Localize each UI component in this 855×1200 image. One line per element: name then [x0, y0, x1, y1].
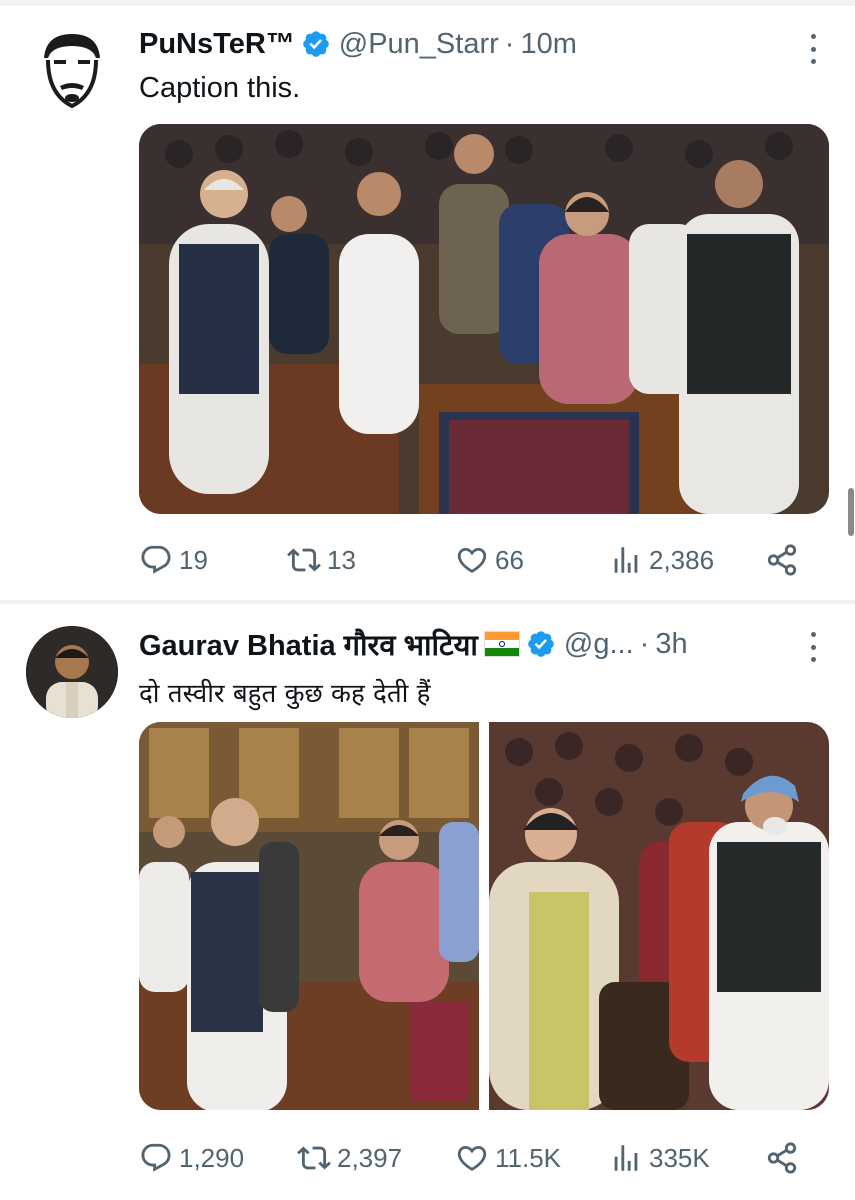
share-icon	[767, 544, 797, 576]
avatar[interactable]	[26, 24, 118, 116]
views-button[interactable]: 2,386	[609, 540, 714, 580]
repost-count: 2,397	[337, 1142, 403, 1173]
timestamp[interactable]: 3h	[655, 628, 687, 661]
tweet-text: दो तस्वीर बहुत कुछ कह देती हैं	[139, 679, 431, 709]
tweet-photo-grid	[139, 722, 829, 1110]
user-handle[interactable]: @Pun_Starr	[339, 28, 499, 61]
more-options-icon[interactable]	[809, 632, 817, 662]
tweet-photo-left[interactable]	[139, 722, 479, 1110]
cartoon-face-avatar-image	[26, 24, 118, 116]
repost-icon	[287, 548, 321, 572]
share-button[interactable]	[765, 540, 805, 580]
tweet-card[interactable]: PuNsTeR™ @Pun_Starr · 10m Caption this.	[0, 6, 855, 602]
repost-icon	[297, 1146, 331, 1170]
share-button[interactable]	[765, 1138, 805, 1178]
tweet-actions: 19 13 66 2,386	[139, 540, 803, 580]
like-count: 66	[495, 544, 524, 575]
scrollbar-thumb[interactable]	[848, 488, 854, 536]
parliament-greeting-photo	[139, 124, 829, 514]
parliament-walk-photo	[139, 722, 479, 1110]
like-count: 11.5K	[495, 1142, 562, 1173]
reply-button[interactable]: 19	[139, 540, 208, 580]
india-flag-icon	[483, 631, 520, 657]
tweet-photo-right[interactable]	[489, 722, 829, 1110]
tweet-header: PuNsTeR™ @Pun_Starr · 10m	[139, 24, 785, 64]
display-name[interactable]: Gaurav Bhatia गौरव भाटिया	[139, 625, 478, 664]
tweet-photo[interactable]	[139, 124, 829, 514]
views-icon	[614, 547, 638, 573]
separator-dot: ·	[639, 627, 650, 660]
greeting-photo	[489, 722, 829, 1110]
reply-icon	[141, 1143, 171, 1172]
profile-photo-avatar-image	[26, 626, 118, 718]
tweet-card[interactable]: Gaurav Bhatia गौरव भाटिया @g... · 3h दो …	[0, 604, 855, 1200]
tweet-header: Gaurav Bhatia गौरव भाटिया @g... · 3h	[139, 624, 785, 664]
tweet-text: Caption this.	[139, 72, 301, 104]
like-button[interactable]: 66	[455, 540, 524, 580]
user-handle[interactable]: @g...	[564, 628, 634, 661]
like-icon	[457, 547, 487, 573]
repost-button[interactable]: 2,397	[297, 1138, 402, 1178]
views-button[interactable]: 335K	[609, 1138, 710, 1178]
reply-count: 1,290	[179, 1142, 245, 1173]
timestamp[interactable]: 10m	[520, 28, 576, 61]
separator-dot: ·	[504, 27, 515, 60]
like-button[interactable]: 11.5K	[455, 1138, 561, 1178]
views-count: 335K	[649, 1142, 710, 1173]
avatar[interactable]	[26, 626, 118, 718]
verified-badge-icon	[528, 631, 554, 657]
like-icon	[457, 1145, 487, 1171]
display-name[interactable]: PuNsTeR™	[139, 28, 295, 61]
reply-button[interactable]: 1,290	[139, 1138, 244, 1178]
views-count: 2,386	[649, 544, 715, 575]
verified-badge-icon	[302, 31, 329, 57]
views-icon	[614, 1145, 638, 1171]
share-icon	[767, 1142, 797, 1174]
repost-count: 13	[327, 544, 356, 575]
tweet-actions: 1,290 2,397 11.5K 335K	[139, 1138, 803, 1178]
reply-icon	[141, 545, 171, 574]
repost-button[interactable]: 13	[287, 540, 356, 580]
reply-count: 19	[179, 544, 208, 575]
more-options-icon[interactable]	[809, 34, 817, 64]
